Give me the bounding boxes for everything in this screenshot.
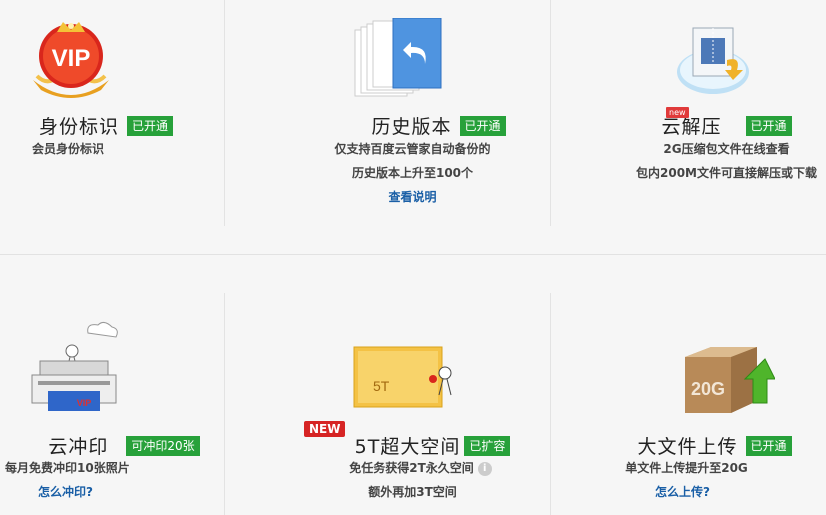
divider bbox=[224, 0, 225, 226]
feature-desc: 会员身份标识 bbox=[32, 142, 105, 156]
feature-desc: 免任务获得2T永久空间 i bbox=[283, 459, 558, 476]
history-restore-icon bbox=[353, 17, 445, 100]
feature-large-upload: 20G 大文件上传 已开通 单文件上传提升至20G 怎么上传? bbox=[551, 255, 826, 515]
view-instructions-link[interactable]: 查看说明 bbox=[275, 188, 550, 205]
divider bbox=[224, 293, 225, 515]
feature-cloud-unzip: 云解压 已开通 new 2G压缩包文件在线查看 包内200M文件可直接解压或下载 bbox=[551, 0, 826, 250]
status-badge: 已开通 bbox=[745, 115, 792, 136]
info-icon[interactable]: i bbox=[477, 461, 492, 476]
feature-title: 大文件上传 bbox=[637, 436, 738, 458]
status-badge: 已开通 bbox=[459, 115, 506, 136]
feature-desc: 2G压缩包文件在线查看 bbox=[663, 142, 790, 156]
status-badge: 已扩容 bbox=[464, 435, 511, 456]
feature-title: 云冲印 bbox=[48, 436, 109, 458]
feature-5t-space: 5T NEW 5T超大空间 已扩容 免任务获得2T永久空间 i 额外再加3T空间 bbox=[275, 255, 550, 515]
feature-title: 5T超大空间 bbox=[354, 436, 461, 458]
feature-desc: 每月免费冲印10张照片 bbox=[5, 461, 130, 475]
status-badge: 已开通 bbox=[127, 115, 174, 136]
how-to-upload-link[interactable]: 怎么上传? bbox=[545, 483, 820, 500]
svg-text:VIP: VIP bbox=[77, 398, 92, 408]
feature-desc: 单文件上传提升至20G bbox=[625, 461, 748, 475]
upload-box-icon: 20G bbox=[679, 345, 776, 415]
feature-desc: 历史版本上升至100个 bbox=[351, 166, 474, 180]
feature-title: 历史版本 bbox=[371, 116, 452, 138]
feature-desc: 额外再加3T空间 bbox=[368, 485, 457, 499]
feature-history-version: 历史版本 已开通 仅支持百度云管家自动备份的 历史版本上升至100个 查看说明 bbox=[275, 0, 550, 250]
feature-title: 身份标识 bbox=[38, 116, 119, 138]
svg-text:20G: 20G bbox=[691, 379, 725, 399]
new-tag: new bbox=[666, 107, 689, 118]
feature-desc: 仅支持百度云管家自动备份的 bbox=[334, 142, 491, 156]
feature-desc: 包内200M文件可直接解压或下载 bbox=[636, 166, 817, 180]
unzip-cloud-icon bbox=[675, 22, 751, 98]
how-to-print-link[interactable]: 怎么冲印? bbox=[38, 483, 93, 500]
svg-text:VIP: VIP bbox=[52, 45, 91, 72]
status-badge: 已开通 bbox=[745, 435, 792, 456]
feature-cloud-print: VIP 云冲印 可冲印20张 每月免费冲印10张照片 怎么冲印? bbox=[0, 255, 224, 515]
svg-text:5T: 5T bbox=[373, 378, 390, 394]
feature-vip-identity: VIP 身份标识 已开通 会员身份标识 bbox=[0, 0, 224, 250]
status-badge: 可冲印20张 bbox=[126, 435, 200, 456]
feature-desc-text: 免任务获得2T永久空间 bbox=[349, 461, 474, 475]
storage-card-icon: 5T bbox=[353, 341, 457, 411]
vip-crown-icon: VIP bbox=[27, 18, 115, 100]
printer-icon: VIP bbox=[26, 321, 122, 415]
